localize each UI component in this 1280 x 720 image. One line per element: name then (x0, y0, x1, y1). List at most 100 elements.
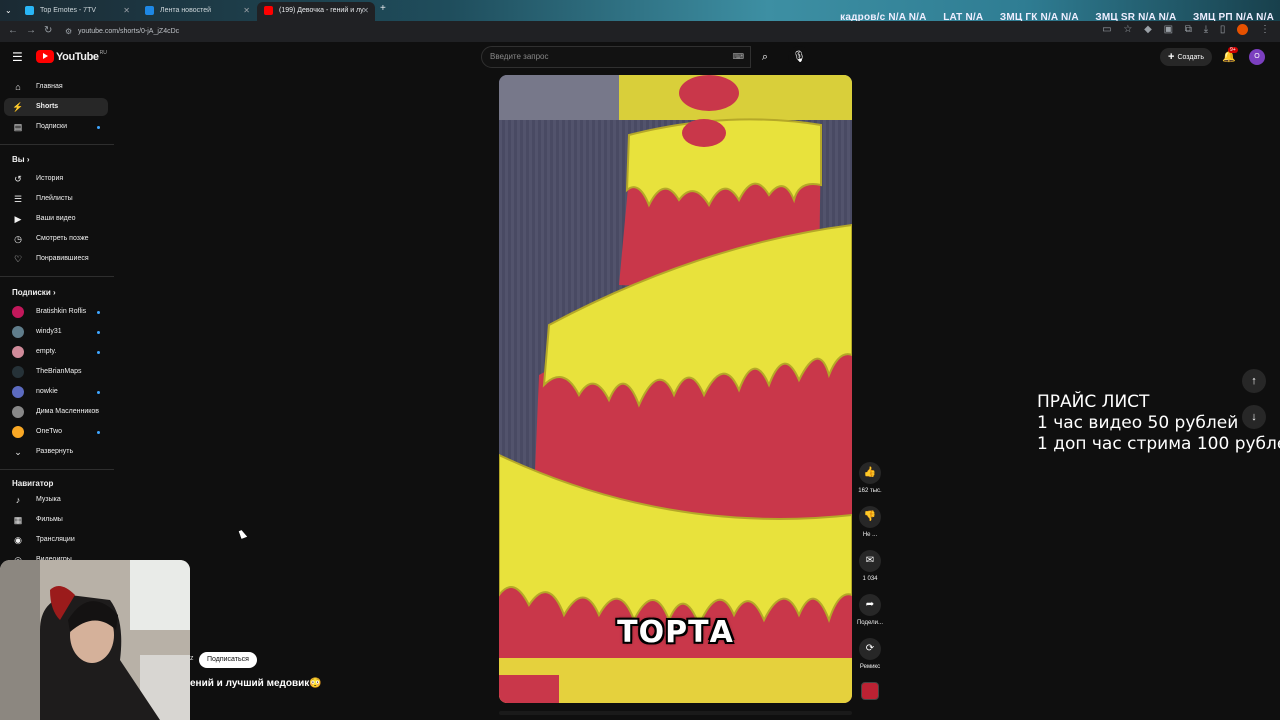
sound-thumbnail[interactable] (852, 682, 888, 700)
screenshot-icon[interactable]: ▣ (1164, 24, 1173, 35)
share-icon: ➦ (859, 594, 881, 616)
close-tab-icon[interactable]: ✕ (243, 2, 250, 19)
subscribe-button[interactable]: Подписаться (199, 652, 257, 668)
search-input[interactable]: Введите запрос ⌨ (481, 46, 751, 68)
chevron-right-icon: › (52, 288, 56, 297)
video-caption: ТОРТА (617, 615, 734, 650)
sidebar-item-label: История (36, 175, 64, 182)
sidebar-item-label: Музыка (36, 496, 61, 503)
voice-search-button[interactable]: 🎙 (788, 46, 810, 68)
sidebar-item-your-videos[interactable]: ▶ Ваши видео (4, 210, 108, 228)
live-icon: ◉ (14, 535, 22, 545)
sidebar-channel-onetwo[interactable]: OneTwo (4, 423, 108, 441)
sidebar-item-movies[interactable]: ▦ Фильмы (4, 511, 108, 529)
sidebar-channel-windy31[interactable]: windy31 (4, 323, 108, 341)
sidebar-heading-you[interactable]: Вы › (12, 155, 30, 164)
url-text: youtube.com/shorts/0-jA_jZ4cDc (78, 28, 180, 35)
extension-icon[interactable]: ◆ (1144, 24, 1152, 35)
sidebar-heading-subscriptions[interactable]: Подписки › (12, 288, 56, 297)
notifications-button[interactable]: 🔔 9+ (1222, 47, 1238, 63)
sidebar-item-subscriptions[interactable]: ▤ Подписки (4, 118, 108, 136)
back-icon[interactable]: ← (8, 25, 18, 36)
hud-latency: LAT N/A (943, 12, 983, 21)
bookmark-star-icon[interactable]: ☆ (1123, 24, 1132, 35)
price-line-2: 1 доп час стрима 100 рублей (1037, 434, 1280, 454)
channel-name: nowkie (36, 388, 58, 395)
youtube-logo[interactable]: YouTube RU (36, 50, 107, 63)
chevron-right-icon: › (26, 155, 30, 164)
movies-icon: ▦ (13, 515, 23, 525)
previous-short-button[interactable]: ↑ (1242, 369, 1266, 393)
sidebar-item-watch-later[interactable]: ◷ Смотреть позже (4, 230, 108, 248)
sidebar-item-music[interactable]: ♪ Музыка (4, 491, 108, 509)
extensions-puzzle-icon[interactable]: ⧉ (1185, 24, 1192, 35)
price-line-1: 1 час видео 50 рублей (1037, 413, 1239, 433)
sidebar-item-home[interactable]: ⌂ Главная (4, 78, 108, 96)
channel-avatar (12, 386, 24, 398)
sidebar-item-playlists[interactable]: ☰ Плейлисты (4, 190, 108, 208)
dislike-button[interactable]: 👎 Не ... (852, 506, 888, 538)
browser-tab-2[interactable]: Лента новостей ✕ (138, 2, 256, 21)
keyboard-icon[interactable]: ⌨ (732, 47, 744, 67)
sidebar-item-shorts[interactable]: ⚡ Shorts (4, 98, 108, 116)
tab-search-button[interactable]: ⌄ (0, 2, 18, 21)
download-icon[interactable]: ⤓ (1204, 24, 1208, 35)
remix-button[interactable]: ⟳ Ремикс (852, 638, 888, 670)
youtube-header: ☰ YouTube RU Введите запрос ⌨ ⌕ 🎙 + Созда… (0, 42, 1280, 72)
like-button[interactable]: 👍 162 тыс. (852, 462, 888, 494)
price-list-overlay: ПРАЙС ЛИСТ 1 час видео 50 рублей 1 доп ч… (1037, 392, 1280, 455)
browser-tab-1[interactable]: Top Emotes - 7TV ✕ (18, 2, 136, 21)
profile-avatar[interactable] (1237, 24, 1249, 35)
url-field[interactable]: ⚙ youtube.com/shorts/0-jA_jZ4cDc (62, 24, 1112, 39)
sidebar-expand-button[interactable]: ⌄ Развернуть (4, 443, 108, 461)
notification-badge: 9+ (1228, 47, 1238, 53)
webcam-feed (0, 560, 190, 720)
close-tab-icon[interactable]: ✕ (362, 2, 369, 19)
search-placeholder: Введите запрос (490, 52, 549, 61)
share-button[interactable]: ➦ Подели... (852, 594, 888, 626)
sidebar-channel-maslennikov[interactable]: Дима Масленников (4, 403, 108, 421)
home-icon: ⌂ (15, 82, 21, 92)
sidebar-item-history[interactable]: ↺ История (4, 170, 108, 188)
create-button[interactable]: + Создать (1160, 48, 1213, 66)
site-info-icon[interactable]: ⚙ (65, 24, 72, 39)
plus-icon: + (1168, 51, 1175, 63)
sidebar-heading-navigator: Навигатор (12, 479, 54, 488)
search-button[interactable]: ⌕ (751, 46, 779, 68)
logo-region: RU (99, 49, 107, 56)
new-content-dot (97, 391, 100, 394)
new-tab-button[interactable]: + (380, 3, 386, 14)
sidebar-item-label: Shorts (36, 103, 59, 110)
dislike-icon: 👎 (859, 506, 881, 528)
video-progress-bar[interactable] (499, 711, 852, 715)
sidebar-item-label: Смотреть позже (36, 235, 89, 242)
price-title: ПРАЙС ЛИСТ (1037, 392, 1150, 412)
sound-thumbnail-image (861, 682, 879, 700)
sidebar-item-live[interactable]: ◉ Трансляции (4, 531, 108, 549)
close-tab-icon[interactable]: ✕ (123, 2, 130, 19)
sidebar-item-liked[interactable]: ♡ Понравившиеся (4, 250, 108, 268)
sidebar-channel-bratishkin[interactable]: Bratishkin Roflis (4, 303, 108, 321)
short-title[interactable]: ений и лучший медовик😳 (190, 678, 322, 689)
new-content-dot (97, 351, 100, 354)
account-avatar[interactable]: О (1249, 49, 1265, 65)
forward-icon[interactable]: → (26, 25, 36, 36)
reload-icon[interactable]: ↻ (44, 25, 52, 36)
sidebar-channel-thebrianmaps[interactable]: TheBrianMaps (4, 363, 108, 381)
your-videos-icon: ▶ (14, 214, 22, 224)
sidebar-channel-empty[interactable]: empty. (4, 343, 108, 361)
browser-tab-3-active[interactable]: (199) Девочка - гений и лу ✕ (257, 2, 375, 21)
expand-label: Развернуть (36, 448, 74, 455)
shorts-video-player[interactable]: ТОРТА (499, 75, 852, 703)
menu-dots-icon[interactable]: ⋮ (1260, 24, 1270, 35)
channel-name: Дима Масленников (36, 408, 99, 415)
channel-name-fragment[interactable]: z (190, 655, 194, 662)
hamburger-menu-icon[interactable]: ☰ (12, 50, 23, 64)
sidebar-icon[interactable]: ▯ (1220, 24, 1226, 35)
channel-name: windy31 (36, 328, 62, 335)
install-app-icon[interactable]: ▭ (1102, 24, 1111, 35)
search-icon: ⌕ (761, 51, 769, 63)
sidebar-channel-nowkie[interactable]: nowkie (4, 383, 108, 401)
sidebar-item-label: Понравившиеся (36, 255, 89, 262)
comments-button[interactable]: ✉ 1 034 (852, 550, 888, 582)
